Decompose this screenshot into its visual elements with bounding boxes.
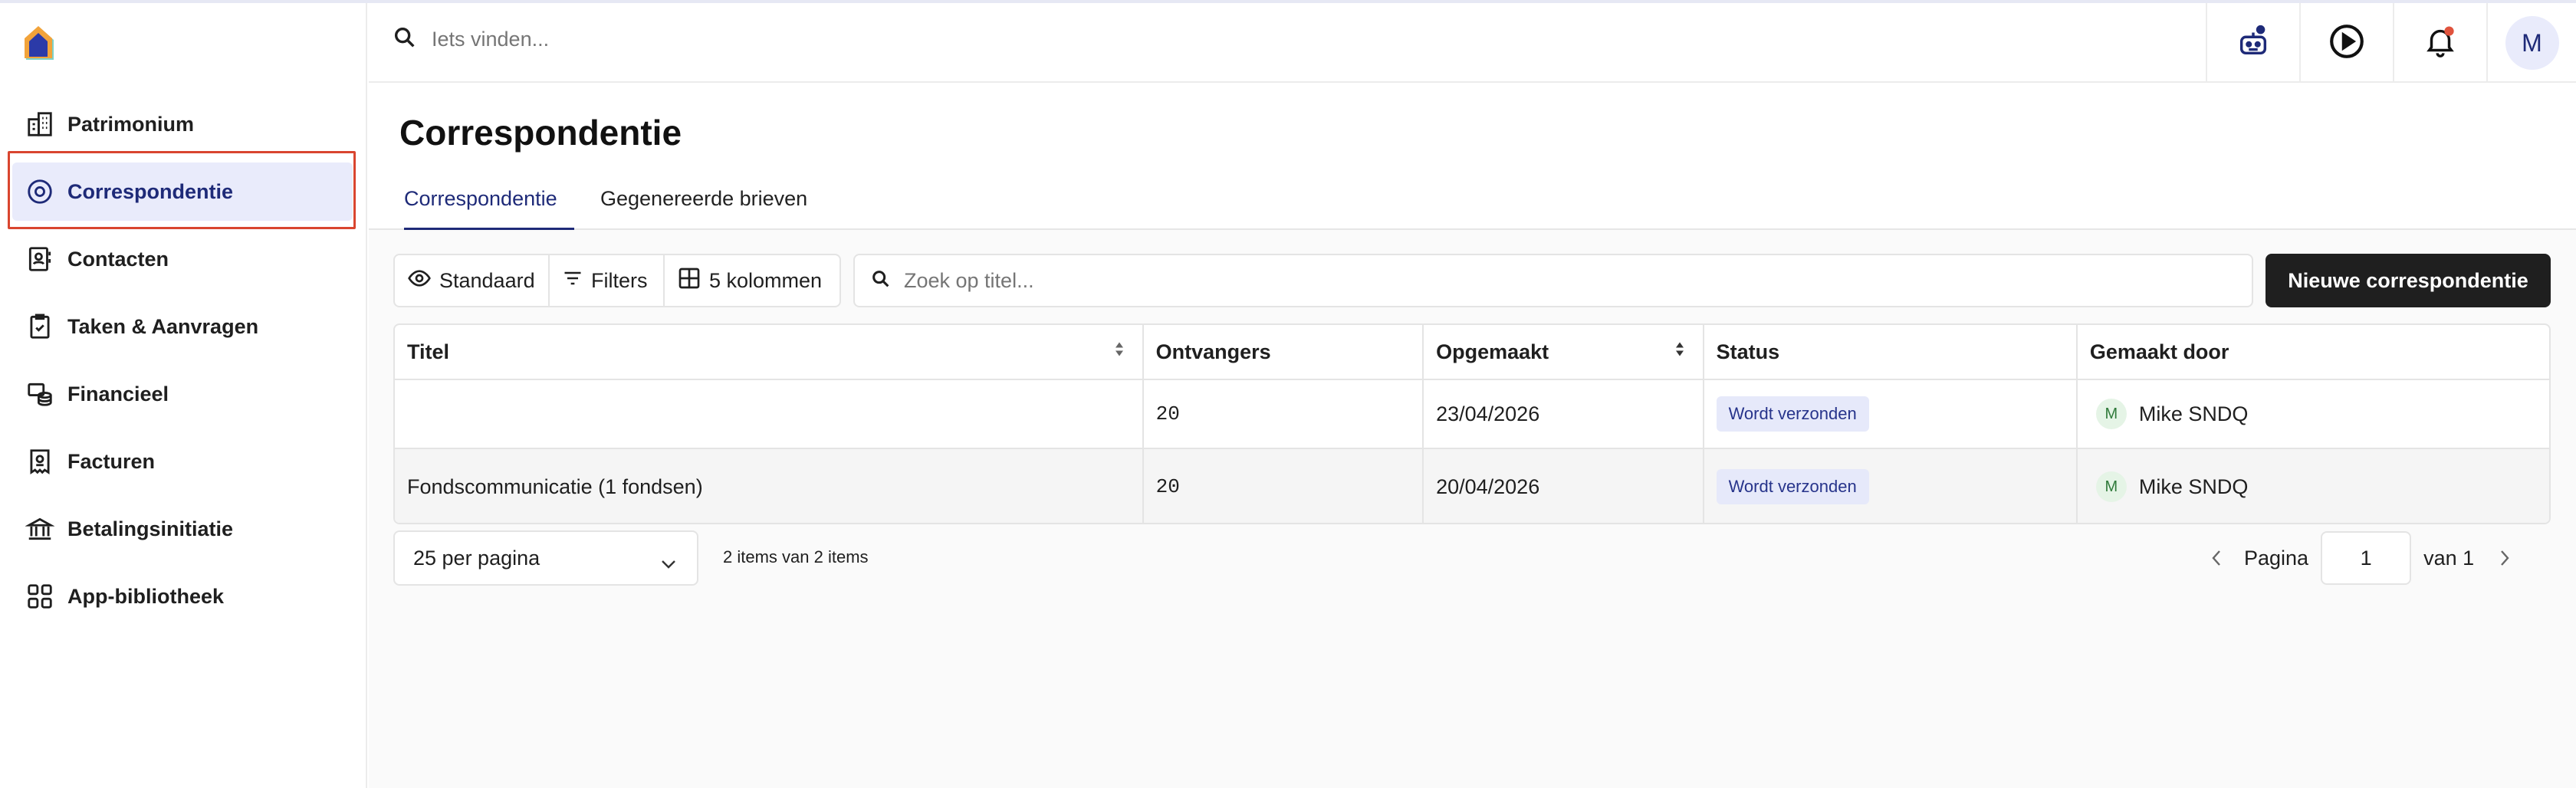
items-count: 2 items van 2 items: [723, 547, 869, 566]
page-label: Pagina: [2244, 546, 2309, 570]
notifications-button[interactable]: [2393, 3, 2486, 83]
page-total-label: van 1: [2423, 546, 2475, 570]
columns-button[interactable]: 5 kolommen: [665, 255, 840, 306]
avatar: M: [2095, 399, 2127, 429]
table-row[interactable]: 20 23/04/2026 Wordt verzonden M Mike SND…: [395, 380, 2549, 449]
status-badge: Wordt verzonden: [1716, 469, 1869, 504]
user-menu-button[interactable]: M: [2486, 3, 2576, 83]
view-standaard-button[interactable]: Standaard: [395, 255, 550, 306]
sidebar-item-app-bibliotheek[interactable]: App-bibliotheek: [12, 567, 353, 625]
avatar: M: [2095, 471, 2127, 502]
cell-title: Fondscommunicatie (1 fondsen): [395, 449, 1144, 523]
table-columns-icon: [677, 266, 702, 296]
pagination: Pagina van 1: [2201, 530, 2520, 586]
correspondence-table: Titel Ontvangers Opgemaakt Status Gemaak…: [393, 323, 2551, 524]
filter-icon: [562, 268, 583, 294]
cell-status: Wordt verzonden: [1704, 380, 2078, 448]
chevron-down-icon: [660, 552, 677, 576]
per-page-value: 25 per pagina: [413, 546, 540, 570]
sidebar-item-label: Facturen: [67, 449, 156, 473]
author-name: Mike SNDQ: [2138, 474, 2249, 498]
sidebar-item-betalingsinitiatie[interactable]: Betalingsinitiatie: [12, 500, 353, 558]
status-badge: Wordt verzonden: [1716, 396, 1869, 432]
sidebar: Patrimonium Correspondentie Contacten Ta…: [0, 3, 367, 788]
app-logo-icon[interactable]: [21, 23, 58, 63]
robot-icon: [2236, 24, 2271, 63]
radio-circle-icon: [23, 175, 57, 208]
new-correspondence-button[interactable]: Nieuwe correspondentie: [2266, 254, 2551, 307]
page-title: Correspondentie: [399, 113, 682, 153]
sidebar-item-label: Patrimonium: [67, 112, 195, 136]
sidebar-item-label: Financieel: [67, 382, 169, 405]
invoice-icon: [23, 445, 57, 478]
sidebar-item-patrimonium[interactable]: Patrimonium: [12, 95, 353, 153]
table-row[interactable]: Fondscommunicatie (1 fondsen) 20 20/04/2…: [395, 449, 2549, 523]
sidebar-item-financieel[interactable]: Financieel: [12, 365, 353, 423]
tab-correspondentie[interactable]: Correspondentie: [404, 187, 574, 230]
sidebar-item-facturen[interactable]: Facturen: [12, 432, 353, 491]
sidebar-item-label: Correspondentie: [67, 179, 234, 203]
page-number-input[interactable]: [2321, 531, 2412, 585]
play-circle-icon: [2328, 22, 2366, 64]
column-header-ontvangers[interactable]: Ontvangers: [1144, 325, 1424, 379]
column-header-status[interactable]: Status: [1704, 325, 2078, 379]
sort-icon[interactable]: [1674, 340, 1686, 364]
sidebar-item-correspondentie[interactable]: Correspondentie: [12, 163, 353, 221]
view-label: Standaard: [439, 268, 535, 292]
cell-title: [395, 380, 1144, 448]
sidebar-item-label: Contacten: [67, 247, 169, 271]
building-icon: [23, 107, 57, 141]
contact-book-icon: [23, 242, 57, 276]
cell-recipients: 20: [1144, 380, 1424, 448]
chevron-left-icon[interactable]: [2201, 543, 2232, 573]
view-toolbar: Standaard Filters 5 kolommen: [393, 254, 841, 307]
column-header-opgemaakt[interactable]: Opgemaakt: [1424, 325, 1704, 379]
coins-icon: [23, 377, 57, 411]
tab-gegenereerde-brieven[interactable]: Gegenereerde brieven: [600, 187, 807, 230]
cell-author: M Mike SNDQ: [2078, 380, 2549, 448]
author-name: Mike SNDQ: [2138, 402, 2249, 425]
column-header-titel[interactable]: Titel: [395, 325, 1144, 379]
chevron-right-icon[interactable]: [2489, 543, 2520, 573]
column-header-gemaakt-door[interactable]: Gemaakt door: [2078, 325, 2549, 379]
play-tutorial-button[interactable]: [2299, 3, 2393, 83]
filters-button[interactable]: Filters: [550, 255, 665, 306]
clipboard-check-icon: [23, 310, 57, 343]
global-search-input[interactable]: [432, 28, 892, 51]
sidebar-item-taken[interactable]: Taken & Aanvragen: [12, 297, 353, 356]
sidebar-item-contacten[interactable]: Contacten: [12, 230, 353, 288]
grid-icon: [23, 580, 57, 613]
global-search: [392, 25, 892, 54]
cell-status: Wordt verzonden: [1704, 449, 2078, 523]
main-content: Correspondentie Correspondentie Gegenere…: [369, 83, 2576, 788]
columns-label: 5 kolommen: [709, 268, 823, 292]
search-icon: [870, 268, 892, 294]
cell-created: 20/04/2026: [1424, 449, 1704, 523]
filters-label: Filters: [591, 268, 648, 292]
sort-icon[interactable]: [1113, 340, 1125, 364]
top-bar: M: [369, 3, 2576, 83]
per-page-select[interactable]: 25 per pagina: [393, 530, 698, 586]
search-icon: [392, 25, 418, 54]
cell-author: M Mike SNDQ: [2078, 449, 2549, 523]
bank-icon: [23, 512, 57, 546]
avatar: M: [2505, 16, 2559, 70]
bell-icon: [2423, 24, 2458, 63]
table-header-row: Titel Ontvangers Opgemaakt Status Gemaak…: [395, 325, 2549, 380]
title-search-input[interactable]: [904, 268, 2054, 293]
title-search: [853, 254, 2253, 307]
page-header: Correspondentie Correspondentie Gegenere…: [369, 83, 2576, 230]
cell-recipients: 20: [1144, 449, 1424, 523]
sidebar-item-label: App-bibliotheek: [67, 584, 224, 608]
cell-created: 23/04/2026: [1424, 380, 1704, 448]
assistant-button[interactable]: [2206, 3, 2299, 83]
sidebar-item-label: Taken & Aanvragen: [67, 314, 259, 338]
eye-icon: [407, 266, 432, 296]
sidebar-item-label: Betalingsinitiatie: [67, 517, 234, 540]
